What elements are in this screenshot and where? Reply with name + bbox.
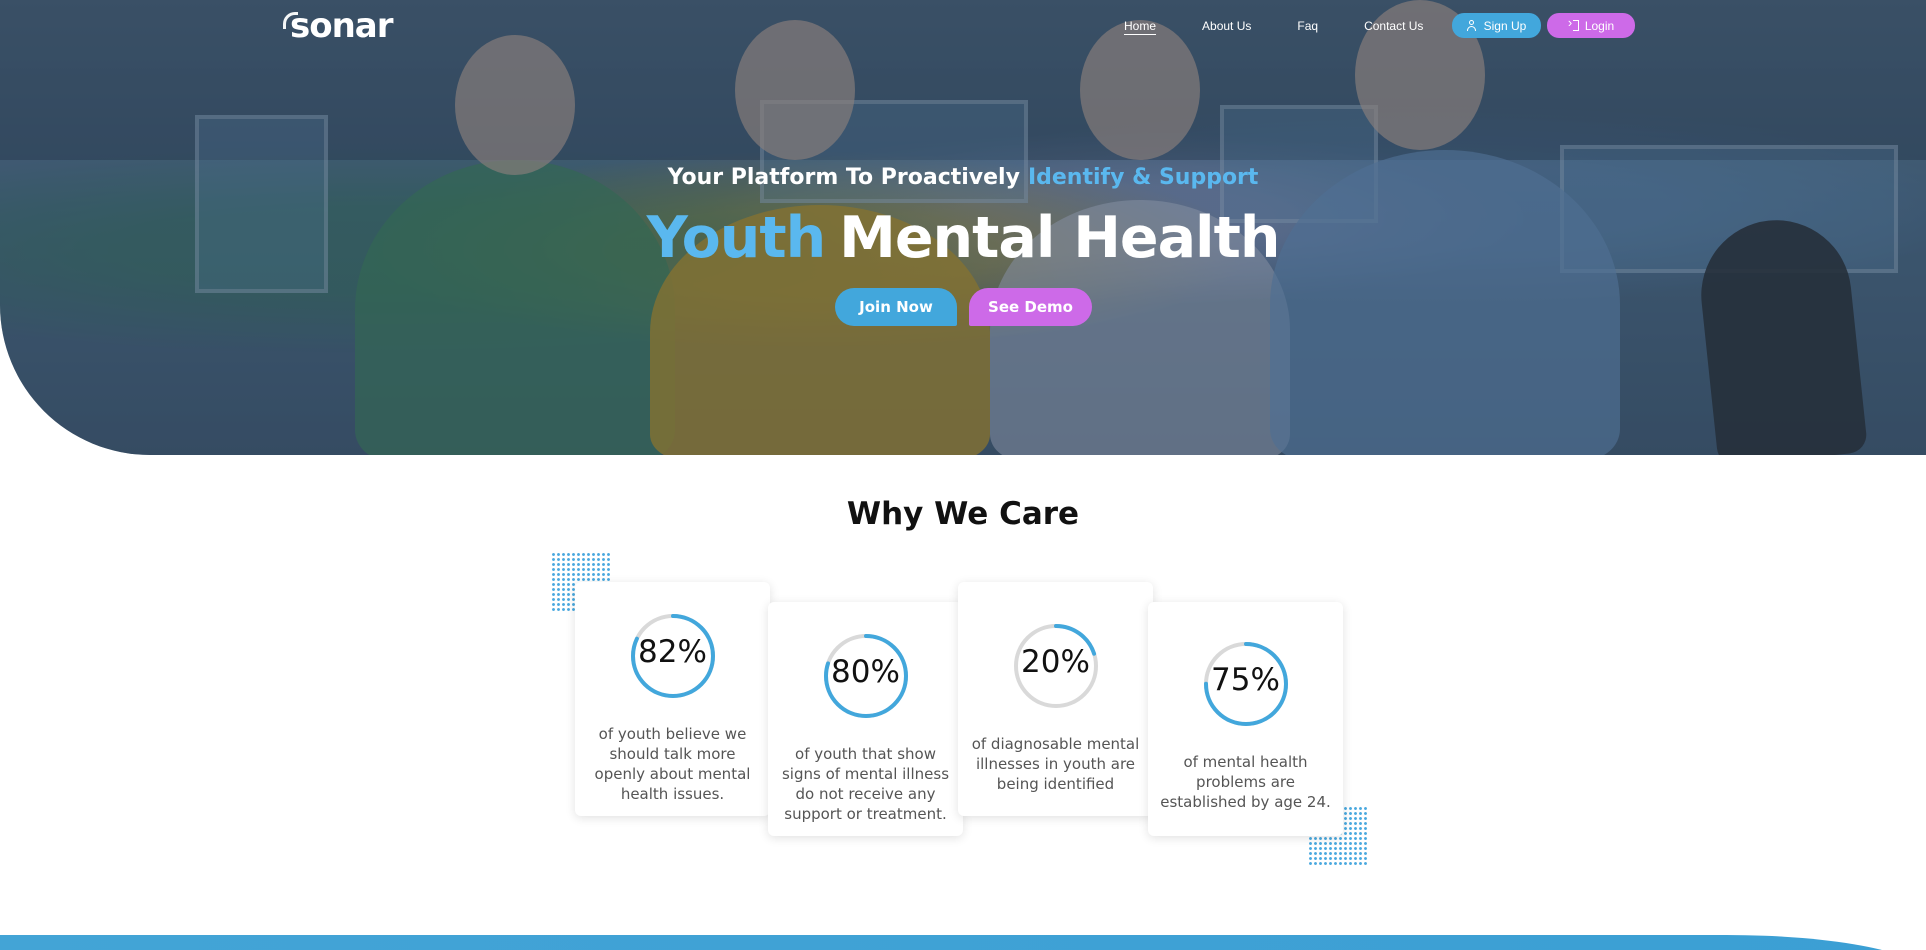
nav-link-about-us[interactable]: About Us [1202,19,1251,33]
stat-value: 75% [1211,662,1280,698]
login-icon [1568,16,1579,31]
nav-link-home[interactable]: Home [1124,19,1156,33]
hero-subheadline-accent: Identify & Support [1027,165,1259,190]
stat-description: of diagnosable mental illnesses in youth… [971,735,1140,793]
page-root: sonar Home About Us Faq Contact Us Sign … [0,0,1926,950]
stat-description: of youth that show signs of mental illne… [781,745,950,823]
logo-text: sonar [290,6,394,46]
nav-link-faq[interactable]: Faq [1297,19,1318,33]
stat-value: 82% [638,634,707,670]
stat-description: of youth believe we should talk more ope… [594,725,751,803]
stat-value: 80% [831,654,900,690]
stat-card: 75% of mental health problems are establ… [1148,602,1343,836]
stat-card: 20% of diagnosable mental illnesses in y… [958,582,1153,816]
bottom-section-band [0,935,1926,950]
logo[interactable]: sonar [283,6,394,46]
hero-headline-rest: Mental Health [839,205,1280,271]
nav-link-contact-us[interactable]: Contact Us [1364,19,1423,33]
stat-value: 20% [1021,644,1090,680]
login-button-label: Login [1584,18,1615,33]
hero-subheadline-prefix: Your Platform To Proactively [667,165,1020,190]
join-now-button[interactable]: Join Now [835,288,957,326]
stat-card: 82% of youth believe we should talk more… [575,582,770,816]
stat-card: 80% of youth that show signs of mental i… [768,602,963,836]
hero-headline: Youth Mental Health [0,205,1926,271]
login-button[interactable]: Login [1547,13,1635,38]
top-nav: Home About Us Faq Contact Us [1124,13,1469,39]
hero-subheadline: Your Platform To Proactively Identify & S… [0,165,1926,190]
user-add-icon [1466,20,1478,31]
stat-description: of mental health problems are establishe… [1160,753,1331,811]
see-demo-button[interactable]: See Demo [969,288,1092,326]
why-we-care-title: Why We Care [846,496,1080,532]
hero-headline-accent: Youth [646,205,827,271]
signup-button[interactable]: Sign Up [1452,13,1541,38]
signup-button-label: Sign Up [1483,18,1527,33]
